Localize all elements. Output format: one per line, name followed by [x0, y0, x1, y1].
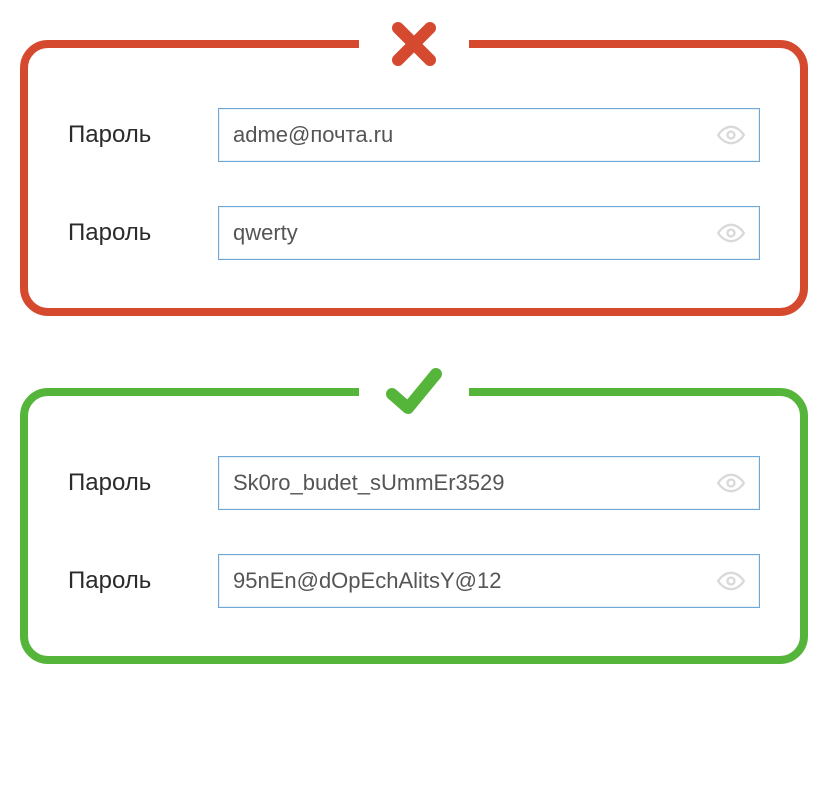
password-field[interactable] [218, 108, 760, 162]
bad-password-card: Пароль Пароль [20, 40, 808, 316]
password-row: Пароль [68, 554, 760, 608]
password-field[interactable] [218, 206, 760, 260]
password-row: Пароль [68, 108, 760, 162]
password-input[interactable] [218, 206, 760, 260]
password-input[interactable] [218, 456, 760, 510]
password-field[interactable] [218, 456, 760, 510]
password-label: Пароль [68, 567, 218, 595]
password-label: Пароль [68, 219, 218, 247]
password-examples: Пароль Пароль [0, 0, 828, 704]
password-label: Пароль [68, 121, 218, 149]
password-field[interactable] [218, 554, 760, 608]
cross-icon [359, 12, 469, 76]
eye-icon[interactable] [716, 218, 746, 248]
eye-icon[interactable] [716, 566, 746, 596]
password-input[interactable] [218, 554, 760, 608]
password-label: Пароль [68, 469, 218, 497]
eye-icon[interactable] [716, 468, 746, 498]
eye-icon[interactable] [716, 120, 746, 150]
password-input[interactable] [218, 108, 760, 162]
good-password-card: Пароль Пароль [20, 388, 808, 664]
check-icon [359, 360, 469, 424]
password-row: Пароль [68, 206, 760, 260]
password-row: Пароль [68, 456, 760, 510]
